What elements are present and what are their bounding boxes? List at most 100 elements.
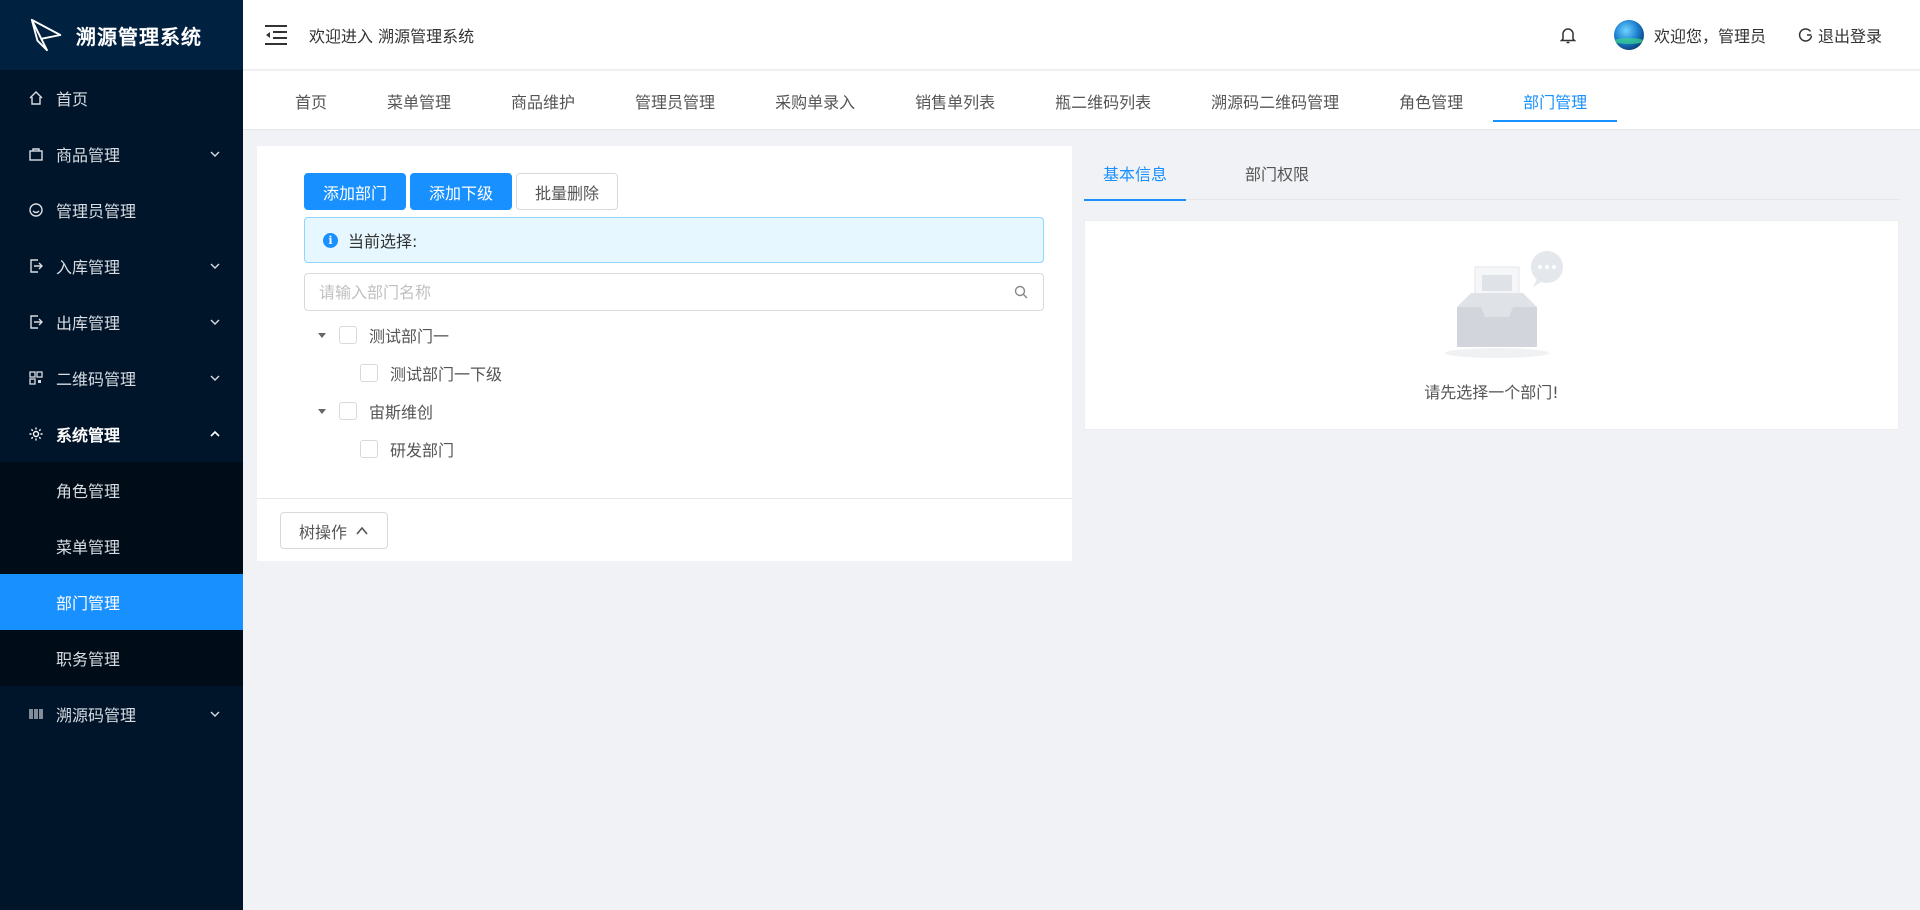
chevron-down-icon [210,319,220,325]
tab-goods-maintain[interactable]: 商品维护 [481,71,605,130]
sidebar-item-label: 出库管理 [56,314,121,333]
sidebar: 溯源管理系统 首页 商品管理 管理员管理 入库管理 出库管理 二维码管理 系统管… [0,0,243,910]
tree-operations-label: 树操作 [299,522,348,542]
top-header: 欢迎进入 溯源管理系统 欢迎您，管理员 退出登录 [243,0,1920,70]
sidebar-item-label: 二维码管理 [56,370,137,389]
bell-icon[interactable] [1558,25,1578,45]
bird-logo-icon [30,18,62,52]
empty-state-card: 请先选择一个部门! [1084,220,1899,430]
sidebar-item-inbound[interactable]: 入库管理 [0,238,243,294]
tab-bottle-qrcode[interactable]: 瓶二维码列表 [1025,71,1181,130]
tab-department-permissions[interactable]: 部门权限 [1226,146,1328,200]
tab-menus[interactable]: 菜单管理 [357,71,481,130]
logout-label: 退出登录 [1817,27,1882,46]
smile-icon [28,202,44,218]
page-tabs: 首页 菜单管理 商品维护 管理员管理 采购单录入 销售单列表 瓶二维码列表 溯源… [243,71,1920,130]
tree-checkbox[interactable] [339,402,357,420]
logout-icon [28,314,44,330]
tab-trace-qrcode[interactable]: 溯源码二维码管理 [1181,71,1369,130]
tree-node-label: 研发部门 [390,441,455,460]
chevron-down-icon [210,263,220,269]
sidebar-item-goods[interactable]: 商品管理 [0,126,243,182]
sidebar-subitem-departments[interactable]: 部门管理 [0,574,243,630]
add-department-button[interactable]: 添加部门 [304,173,407,210]
department-tree-card: 添加部门 添加下级 批量删除 i 当前选择: 测试部门一 测试部门一下级 宙斯维… [257,146,1072,561]
tab-basic-info[interactable]: 基本信息 [1084,146,1187,201]
menu-fold-icon[interactable] [263,23,289,47]
power-icon [1798,28,1813,42]
tree-checkbox[interactable] [360,364,378,382]
sidebar-item-label: 首页 [56,90,89,109]
sidebar-item-label: 管理员管理 [56,202,137,221]
header-right: 欢迎您，管理员 退出登录 [1558,0,1882,70]
gear-icon [28,426,44,442]
barcode-icon [28,706,44,722]
add-child-button[interactable]: 添加下级 [410,173,513,210]
chevron-up-icon [210,430,220,437]
empty-inbox-icon [1445,251,1563,358]
tree-footer: 树操作 [257,498,1072,561]
sidebar-item-label: 部门管理 [56,594,121,613]
empty-state-text: 请先选择一个部门! [1424,383,1559,402]
tab-departments[interactable]: 部门管理 [1493,71,1618,130]
user-greeting: 欢迎您，管理员 [1653,27,1766,46]
qrcode-icon [28,370,44,386]
tree-checkbox[interactable] [360,440,378,458]
home-icon [28,90,44,106]
search-icon[interactable] [1013,284,1029,300]
tab-home[interactable]: 首页 [265,71,357,130]
sidebar-subitem-positions[interactable]: 职务管理 [0,630,243,686]
welcome-system-text: 欢迎进入 溯源管理系统 [309,26,475,46]
sidebar-item-label: 菜单管理 [56,538,121,557]
avatar[interactable] [1613,20,1644,50]
tree-node[interactable]: 测试部门一下级 [317,354,502,392]
bag-icon [28,146,44,162]
sidebar-item-label: 商品管理 [56,146,121,165]
sidebar-item-label: 角色管理 [56,482,121,501]
caret-down-icon[interactable] [317,330,327,340]
sidebar-item-label: 系统管理 [56,426,121,445]
info-icon: i [323,232,338,248]
chevron-down-icon [210,151,220,157]
sidebar-item-outbound[interactable]: 出库管理 [0,294,243,350]
tab-purchase-entry[interactable]: 采购单录入 [745,71,885,130]
batch-delete-button[interactable]: 批量删除 [516,173,619,210]
login-icon [28,258,44,274]
department-tree: 测试部门一 测试部门一下级 宙斯维创 研发部门 [317,316,502,468]
sidebar-item-label: 溯源码管理 [56,706,137,725]
caret-down-icon[interactable] [317,406,327,416]
chevron-down-icon [210,375,220,381]
tab-admins[interactable]: 管理员管理 [605,71,745,130]
tree-checkbox[interactable] [339,326,357,344]
tab-roles[interactable]: 角色管理 [1369,71,1493,130]
tree-node[interactable]: 研发部门 [317,430,502,468]
sidebar-item-admin[interactable]: 管理员管理 [0,182,243,238]
sidebar-item-home[interactable]: 首页 [0,70,243,126]
current-selection-alert: i 当前选择: [304,217,1044,263]
sidebar-subitem-roles[interactable]: 角色管理 [0,462,243,518]
sidebar-item-label: 入库管理 [56,258,121,277]
tree-node[interactable]: 宙斯维创 [317,392,502,430]
tab-sales-list[interactable]: 销售单列表 [885,71,1025,130]
toolbar: 添加部门 添加下级 批量删除 [304,173,619,210]
department-search-input[interactable] [319,282,1013,302]
sidebar-item-system[interactable]: 系统管理 [0,406,243,462]
tree-node-label: 宙斯维创 [369,403,434,422]
sidebar-subitem-menus[interactable]: 菜单管理 [0,518,243,574]
sidebar-item-qrcode[interactable]: 二维码管理 [0,350,243,406]
chevron-down-icon [210,711,220,717]
logo[interactable]: 溯源管理系统 [0,0,243,70]
sidebar-item-tracecode[interactable]: 溯源码管理 [0,686,243,742]
tree-operations-button[interactable]: 树操作 [280,512,389,549]
tree-node-label: 测试部门一下级 [390,365,503,384]
logout-button[interactable]: 退出登录 [1798,23,1882,47]
system-submenu: 角色管理 菜单管理 部门管理 职务管理 [0,462,243,686]
tree-node[interactable]: 测试部门一 [317,316,502,354]
tree-node-label: 测试部门一 [369,327,450,346]
detail-tabs: 基本信息 部门权限 [1084,146,1899,201]
chevron-up-icon [356,526,368,535]
current-selection-label: 当前选择: [348,232,418,251]
sidebar-item-label: 职务管理 [56,650,121,669]
app-title: 溯源管理系统 [76,24,202,49]
department-search [304,273,1044,311]
